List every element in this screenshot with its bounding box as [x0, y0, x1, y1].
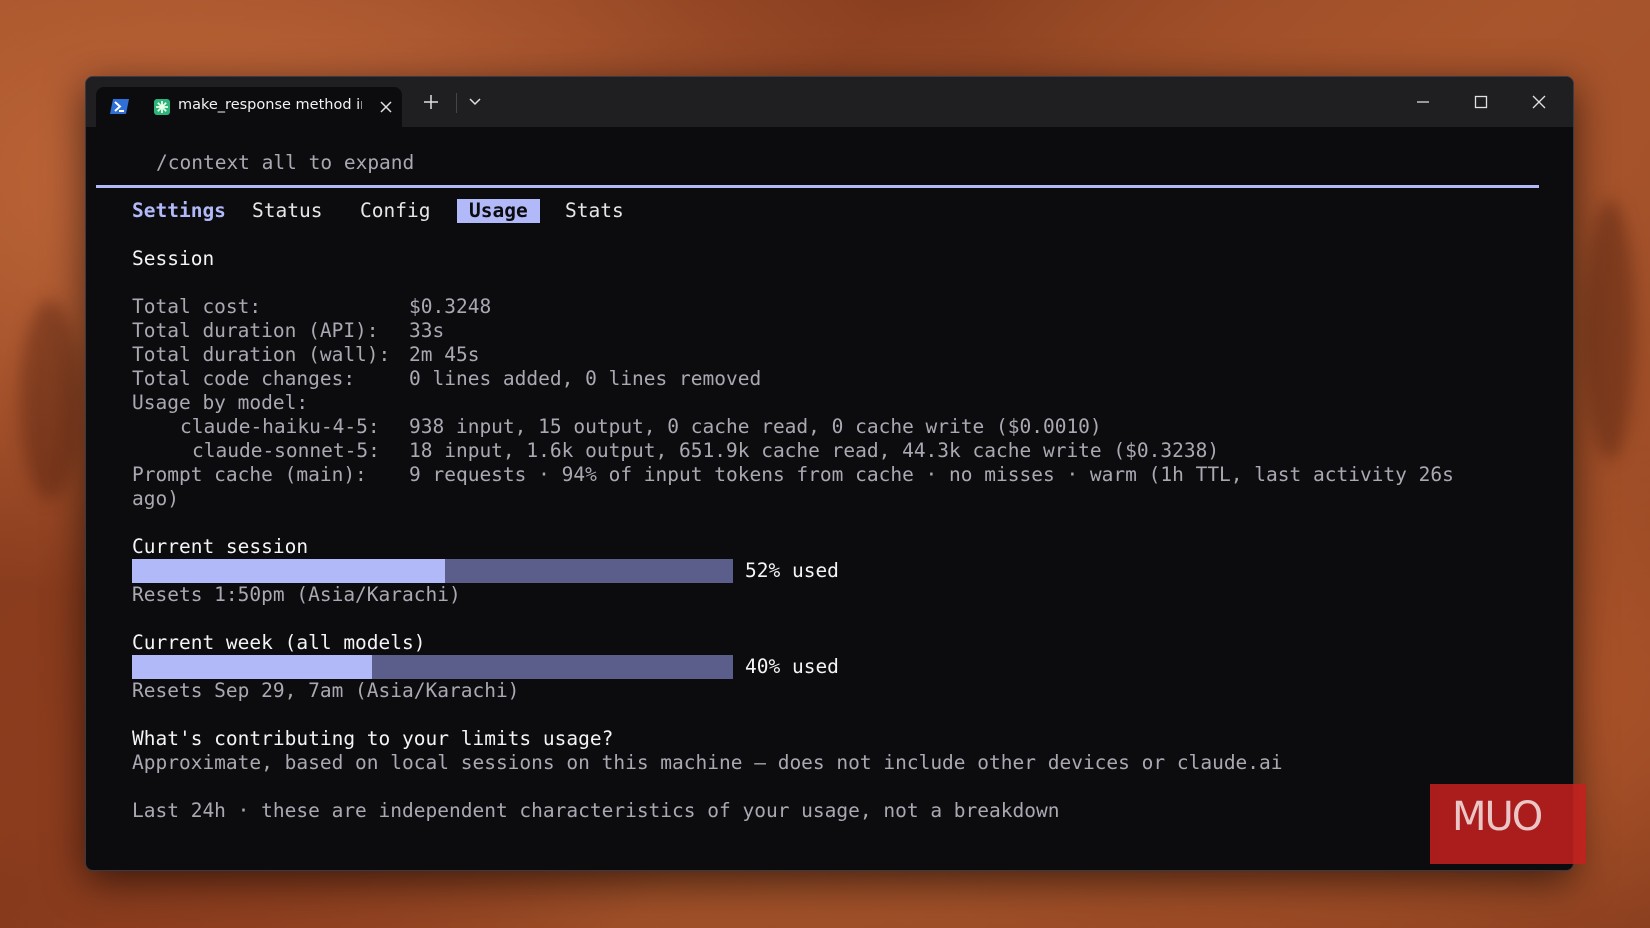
close-icon[interactable] — [378, 99, 394, 115]
model-usage: 18 input, 1.6k output, 651.9k cache read… — [409, 439, 1220, 462]
terminal-tab[interactable]: make_response method ir — [96, 87, 402, 127]
watermark-text: MUO — [1452, 794, 1543, 840]
settings-heading: Settings — [132, 199, 226, 222]
row-label: Total duration (wall): — [132, 343, 391, 366]
watermark-logo: MUO — [1430, 784, 1586, 864]
model-name: claude-sonnet-5: — [192, 439, 380, 462]
plus-icon[interactable] — [422, 93, 440, 111]
usage-progress-bar — [132, 559, 733, 583]
usage-progress-bar — [132, 655, 733, 679]
powershell-icon — [110, 99, 129, 114]
divider — [456, 93, 457, 113]
row-label: Total duration (API): — [132, 319, 379, 342]
prompt-cache-wrap: ago) — [132, 487, 179, 510]
reset-time: Resets Sep 29, 7am (Asia/Karachi) — [132, 679, 520, 702]
session-header: Session — [132, 247, 215, 270]
model-usage: 938 input, 15 output, 0 cache read, 0 ca… — [409, 415, 1102, 438]
claude-icon — [154, 99, 170, 115]
maximize-icon — [1474, 95, 1488, 109]
tab-stats[interactable]: Stats — [565, 199, 624, 223]
tab-config[interactable]: Config — [360, 199, 430, 223]
context-hint: /context all to expand — [156, 151, 415, 174]
desktop-texture — [20, 300, 80, 500]
usage-percent-label: 40% used — [745, 655, 839, 678]
row-value: $0.3248 — [409, 295, 492, 318]
prompt-cache-label: Prompt cache (main): — [132, 463, 367, 486]
row-value: 33s — [409, 319, 445, 342]
close-window-icon — [1532, 95, 1546, 109]
terminal-content[interactable]: /context all to expand Settings Status C… — [86, 127, 1573, 870]
minimize-button[interactable] — [1394, 77, 1452, 127]
row-label: Total code changes: — [132, 367, 356, 390]
row-label: Total cost: — [132, 295, 262, 318]
desktop-texture — [1585, 200, 1635, 460]
separator-rule — [96, 185, 1539, 188]
limit-title: Current session — [132, 535, 309, 558]
close-window-button[interactable] — [1510, 77, 1568, 127]
tab-status[interactable]: Status — [252, 199, 322, 223]
usage-percent-label: 52% used — [745, 559, 839, 582]
contrib-question: What's contributing to your limits usage… — [132, 727, 614, 750]
last-24h-note: Last 24h · these are independent charact… — [132, 799, 1060, 822]
row-value: 2m 45s — [409, 343, 480, 366]
title-bar[interactable]: make_response method ir — [86, 77, 1573, 127]
terminal-window: make_response method ir /context all to … — [85, 76, 1574, 871]
prompt-cache-value: 9 requests · 94% of input tokens from ca… — [409, 463, 1454, 486]
maximize-button[interactable] — [1452, 77, 1510, 127]
row-value: 0 lines added, 0 lines removed — [409, 367, 762, 390]
contrib-note: Approximate, based on local sessions on … — [132, 751, 1283, 774]
usage-progress-fill — [132, 655, 373, 679]
model-name: claude-haiku-4-5: — [180, 415, 380, 438]
chevron-down-icon[interactable] — [468, 97, 482, 107]
tab-usage[interactable]: Usage — [457, 199, 540, 223]
usage-progress-fill — [132, 559, 445, 583]
usage-by-model-label: Usage by model: — [132, 391, 309, 414]
limit-title: Current week (all models) — [132, 631, 426, 654]
tab-title: make_response method ir — [178, 97, 362, 113]
reset-time: Resets 1:50pm (Asia/Karachi) — [132, 583, 461, 606]
minimize-icon — [1417, 101, 1429, 103]
